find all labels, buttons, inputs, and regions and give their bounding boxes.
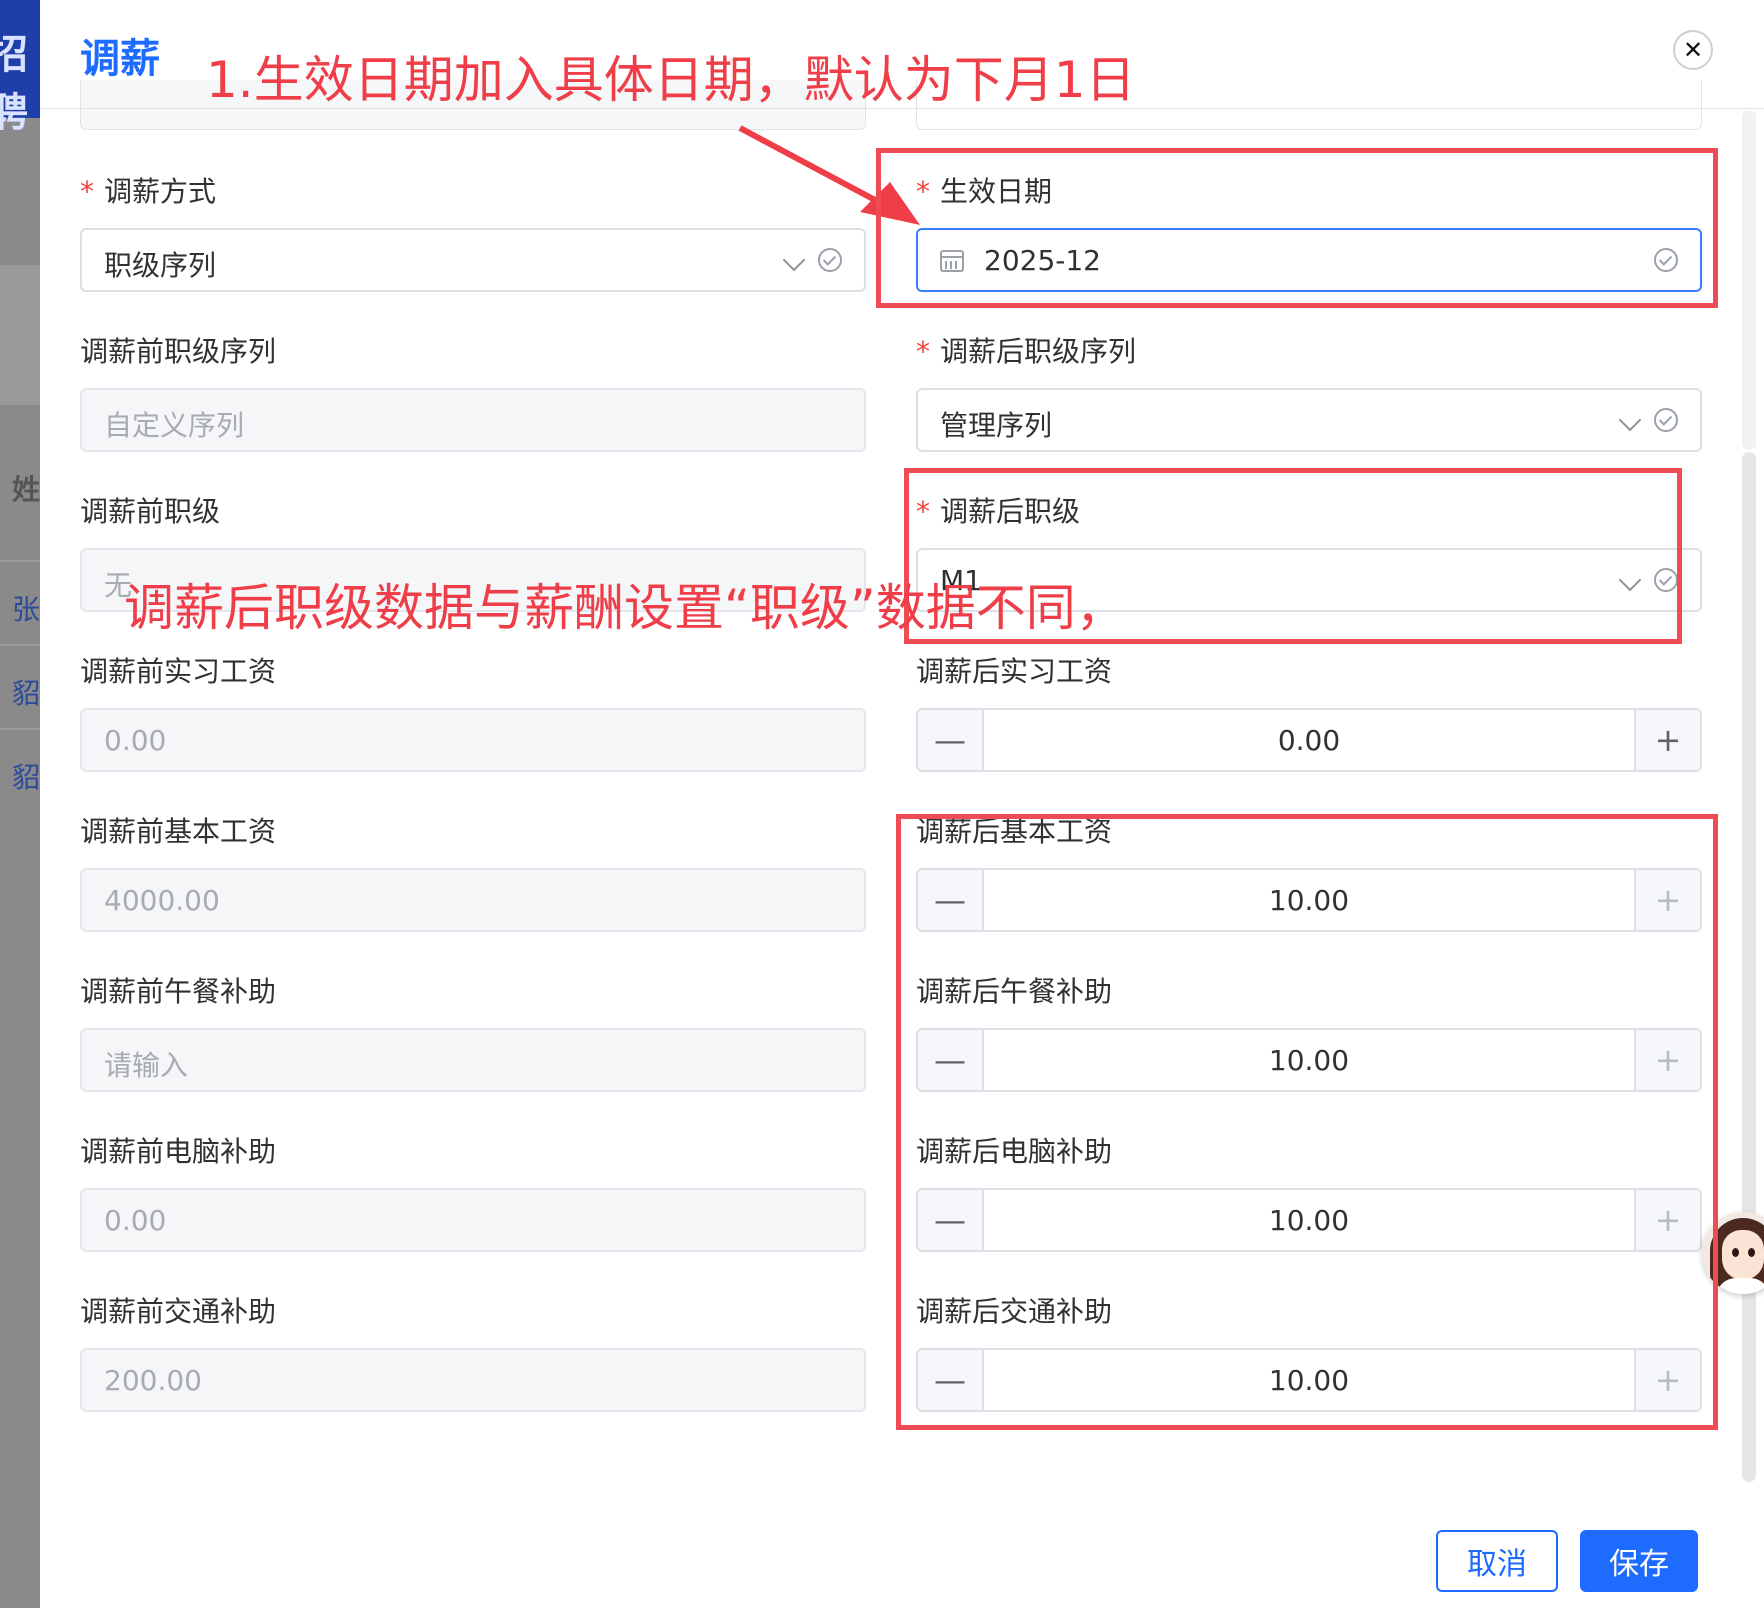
modal-title: 调薪 — [80, 36, 160, 82]
annotation-box-wages — [896, 814, 1718, 1430]
background-app — [0, 0, 40, 1608]
decrement-button[interactable]: — — [918, 710, 984, 770]
new-intern-label: 调薪后实习工资 — [916, 655, 1113, 688]
background-panel — [0, 265, 40, 405]
increment-button[interactable]: + — [1634, 710, 1700, 770]
background-divider — [0, 644, 40, 646]
new-sequence-label: * 调薪后职级序列 — [916, 335, 1137, 368]
check-circle-icon — [818, 248, 842, 272]
chevron-down-icon — [1618, 408, 1642, 432]
prev-intern-field: 0.00 — [80, 708, 866, 772]
cancel-button[interactable]: 取消 — [1436, 1530, 1558, 1592]
avatar-eye — [1748, 1248, 1755, 1257]
prev-base-label: 调薪前基本工资 — [80, 815, 277, 848]
prev-computer-label: 调薪前电脑补助 — [80, 1135, 277, 1168]
prev-level-label: 调薪前职级 — [80, 495, 221, 528]
prev-computer-field: 0.00 — [80, 1188, 866, 1252]
avatar-face — [1722, 1230, 1764, 1280]
new-sequence-select[interactable]: 管理序列 — [916, 388, 1702, 452]
prev-lunch-field: 请输入 — [80, 1028, 866, 1092]
salary-adjust-modal: 调薪 ✕ * 调薪方式 职级序列 * 生效日期 2025-12 调薪前职级序列 自定… — [40, 0, 1764, 1608]
prev-intern-label: 调薪前实习工资 — [80, 655, 277, 688]
prev-transport-label: 调薪前交通补助 — [80, 1295, 277, 1328]
background-header: 招聘 — [0, 0, 40, 136]
close-button[interactable]: ✕ — [1673, 30, 1713, 70]
prev-base-field: 4000.00 — [80, 868, 866, 932]
background-row[interactable]: 张 — [12, 588, 40, 628]
close-icon: ✕ — [1682, 36, 1704, 64]
annotation-top-note: 1.生效日期加入具体日期，默认为下月1日 — [206, 51, 1136, 109]
background-divider — [0, 560, 40, 562]
annotation-level-note: 调薪后职级数据与薪酬设置“职级”数据不同， — [124, 579, 1126, 637]
prev-lunch-label: 调薪前午餐补助 — [80, 975, 277, 1008]
new-intern-stepper[interactable]: — 0.00 + — [916, 708, 1702, 772]
background-row[interactable]: 貂 — [12, 672, 40, 712]
background-divider — [0, 728, 40, 730]
prev-transport-field: 200.00 — [80, 1348, 866, 1412]
annotation-arrow-line — [738, 125, 892, 211]
background-column-header: 姓 — [12, 473, 41, 506]
check-circle-icon — [1654, 408, 1678, 432]
background-row[interactable]: 貂 — [12, 756, 40, 796]
scrollbar-thumb[interactable] — [1742, 452, 1756, 1482]
prev-sequence-label: 调薪前职级序列 — [80, 335, 277, 368]
chevron-down-icon — [782, 248, 806, 272]
method-select[interactable]: 职级序列 — [80, 228, 866, 292]
annotation-box-date — [876, 148, 1718, 308]
save-button[interactable]: 保存 — [1580, 1530, 1698, 1592]
method-label: * 调薪方式 — [80, 175, 217, 208]
avatar-eye — [1732, 1248, 1739, 1257]
prev-sequence-field: 自定义序列 — [80, 388, 866, 452]
scrollbar-track — [1742, 110, 1756, 450]
